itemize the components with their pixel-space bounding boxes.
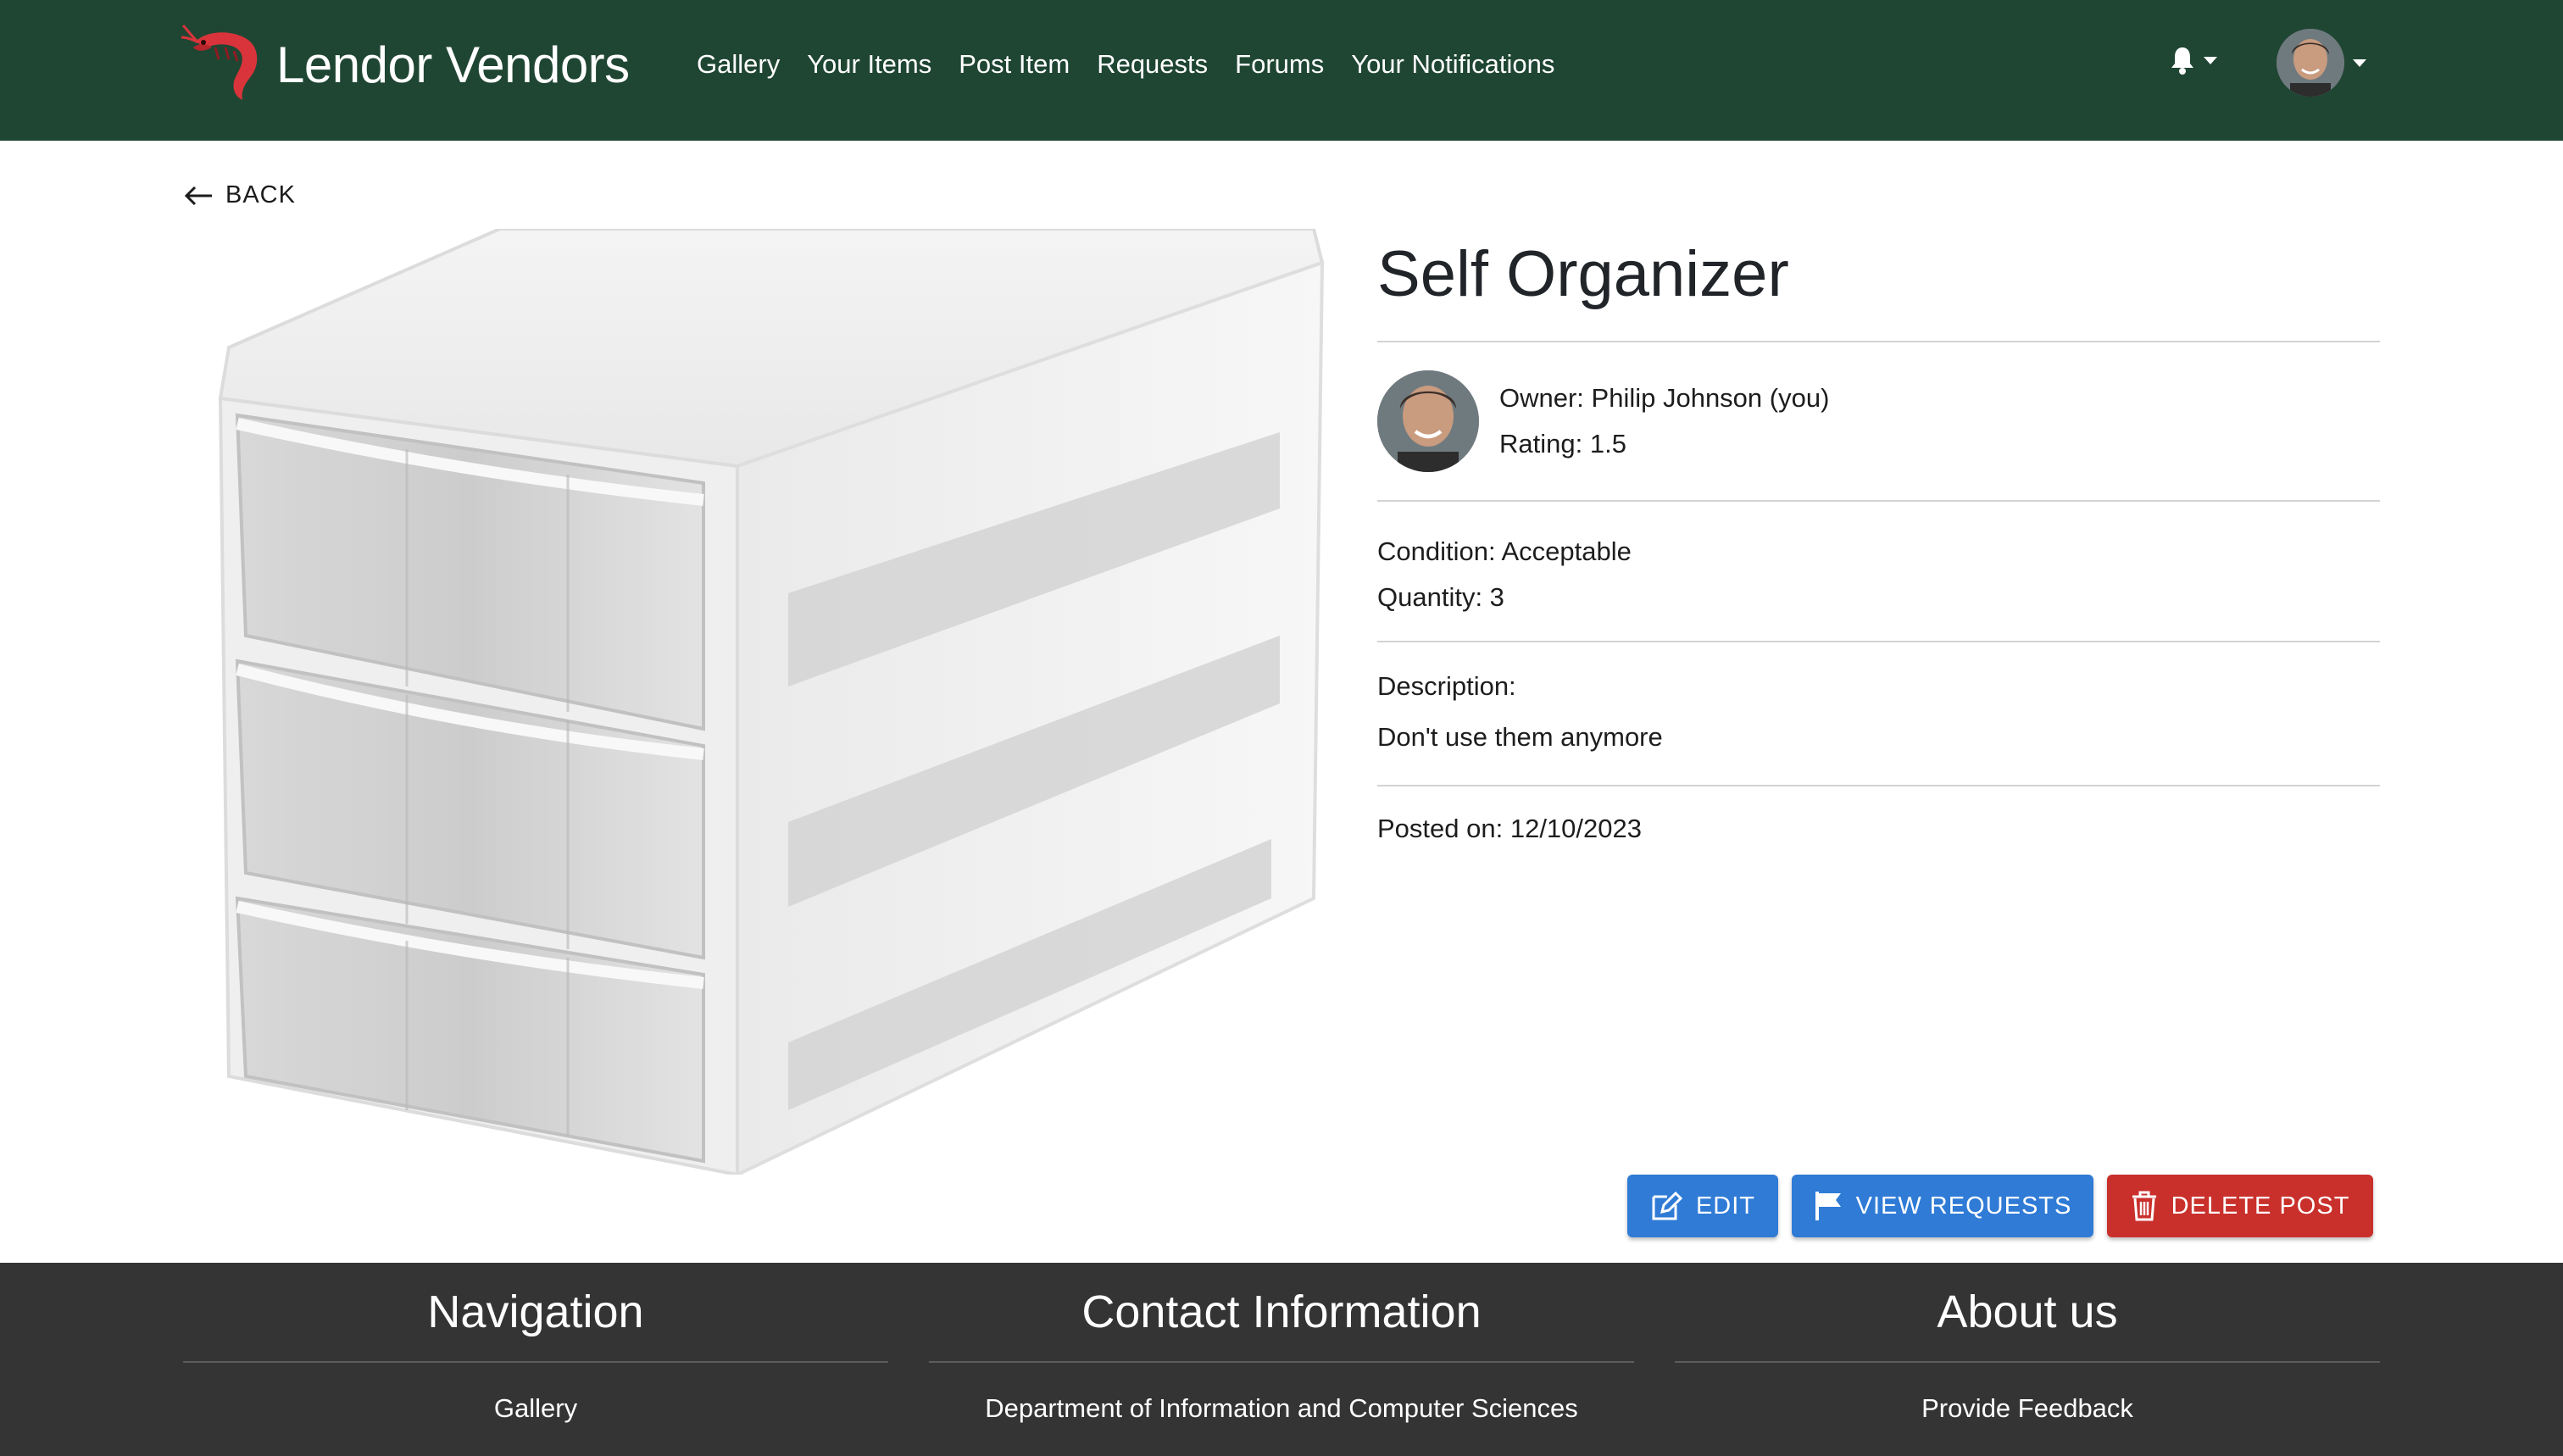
brand[interactable]: Lendor Vendors — [181, 22, 630, 107]
description-section: Description: Don't use them anymore — [1377, 671, 2380, 753]
arrow-left-icon — [184, 186, 212, 205]
footer-contact: Contact Information Department of Inform… — [929, 1263, 1634, 1453]
footer-about-title: About us — [1937, 1287, 2118, 1337]
edit-label: EDIT — [1695, 1192, 1756, 1220]
nav-your-notifications[interactable]: Your Notifications — [1351, 44, 1554, 85]
delete-post-label: DELETE POST — [2171, 1192, 2350, 1220]
footer-link-partial[interactable] — [183, 1436, 888, 1453]
trash-icon — [2131, 1190, 2158, 1222]
avatar — [2277, 29, 2344, 97]
owner-avatar[interactable] — [1377, 370, 1479, 472]
divider — [1377, 641, 2380, 642]
footer-link-gallery[interactable]: Gallery — [183, 1393, 888, 1424]
nav-requests[interactable]: Requests — [1097, 44, 1208, 85]
edit-icon — [1650, 1190, 1682, 1222]
flag-icon — [1814, 1190, 1843, 1222]
delete-post-button[interactable]: DELETE POST — [2107, 1175, 2373, 1237]
item-posted-date: Posted on: 12/10/2023 — [1377, 814, 1642, 843]
item-details: Self Organizer Owner: Philip Johnson (yo… — [1377, 229, 2380, 844]
nav-post-item[interactable]: Post Item — [959, 44, 1070, 85]
view-requests-label: VIEW REQUESTS — [1855, 1192, 2072, 1220]
footer-about: About us Provide Feedback — [1675, 1263, 2380, 1453]
item-title: Self Organizer — [1377, 238, 1789, 310]
user-menu-dropdown[interactable] — [2277, 29, 2366, 97]
divider — [183, 1361, 888, 1363]
footer-navigation: Navigation Gallery — [183, 1263, 888, 1453]
edit-button[interactable]: EDIT — [1627, 1175, 1778, 1237]
view-requests-button[interactable]: VIEW REQUESTS — [1792, 1175, 2093, 1237]
footer-navigation-title: Navigation — [427, 1287, 644, 1337]
nav-forums[interactable]: Forums — [1235, 44, 1324, 85]
footer-contact-partial — [929, 1436, 1634, 1453]
back-button[interactable]: BACK — [183, 181, 296, 209]
brand-name: Lendor Vendors — [276, 36, 630, 93]
owner-info: Owner: Philip Johnson (you) Rating: 1.5 — [1499, 375, 1829, 467]
back-label: BACK — [225, 181, 296, 208]
item-condition: Condition: Acceptable — [1377, 536, 1632, 566]
divider — [1377, 785, 2380, 786]
user-avatar-icon — [2277, 29, 2344, 97]
divider — [1675, 1361, 2380, 1363]
item-description: Don't use them anymore — [1377, 722, 1663, 752]
owner-name: Owner: Philip Johnson (you) — [1499, 383, 1830, 413]
footer: Navigation Gallery Contact Information D… — [0, 1263, 2563, 1456]
condition-section: Condition: Acceptable Quantity: 3 — [1377, 529, 2380, 620]
divider — [1377, 500, 2380, 502]
bell-icon — [2171, 47, 2193, 75]
footer-link-provide-feedback[interactable]: Provide Feedback — [1675, 1393, 2380, 1424]
owner-avatar-icon — [1377, 370, 1479, 472]
divider — [929, 1361, 1634, 1363]
chevron-down-icon — [2204, 56, 2217, 64]
product-image — [218, 229, 1325, 1175]
shrimp-logo-icon — [181, 24, 258, 100]
footer-contact-title: Contact Information — [1081, 1287, 1482, 1337]
nav-your-items[interactable]: Your Items — [807, 44, 931, 85]
owner-section: Owner: Philip Johnson (you) Rating: 1.5 — [1377, 342, 2380, 500]
top-navbar: Lendor Vendors Gallery Your Items Post I… — [0, 0, 2563, 141]
main-nav: Gallery Your Items Post Item Requests Fo… — [697, 44, 1582, 85]
footer-contact-department: Department of Information and Computer S… — [985, 1393, 1578, 1423]
chevron-down-icon — [2353, 58, 2366, 67]
notifications-dropdown[interactable] — [2170, 46, 2217, 75]
owner-rating: Rating: 1.5 — [1499, 429, 1626, 458]
item-quantity: Quantity: 3 — [1377, 582, 1504, 612]
footer-link-partial[interactable] — [1675, 1436, 2380, 1453]
description-label: Description: — [1377, 671, 1516, 701]
nav-gallery[interactable]: Gallery — [697, 44, 780, 85]
